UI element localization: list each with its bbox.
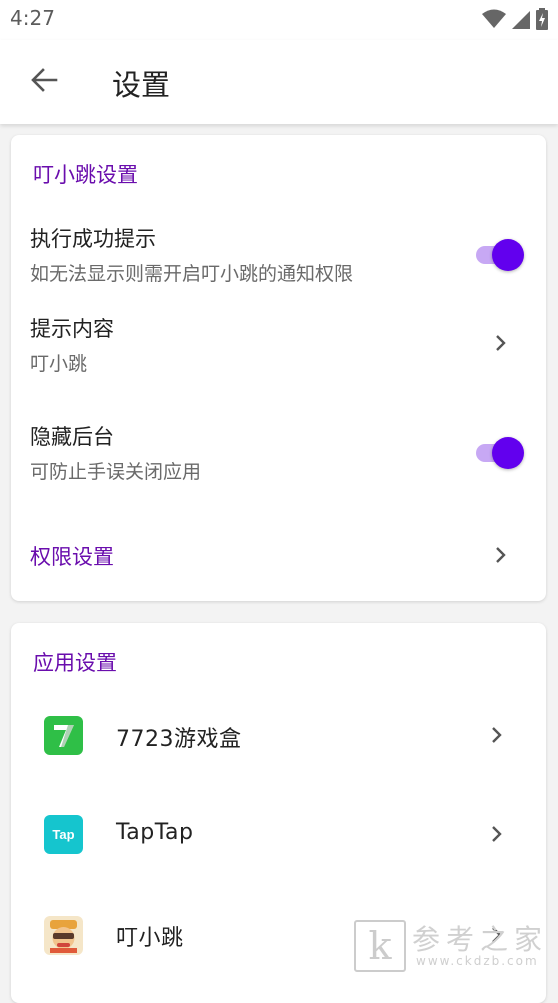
- watermark-text: 参考之家: [412, 923, 549, 956]
- hide-background-toggle[interactable]: [472, 435, 524, 469]
- permission-settings-label: 权限设置: [30, 545, 114, 569]
- section-title: 叮小跳设置: [33, 163, 138, 187]
- section-title: 应用设置: [33, 651, 117, 675]
- status-time: 4:27: [10, 6, 55, 30]
- tip-content-value: 叮小跳: [30, 353, 88, 375]
- back-button[interactable]: [26, 62, 62, 98]
- wifi-icon: [482, 9, 506, 28]
- dingxiaotiao-app-icon: [44, 916, 83, 955]
- watermark-logo: k: [354, 920, 406, 972]
- app-bar: 设置: [0, 40, 558, 124]
- hide-background-row[interactable]: 隐藏后台 可防止手误关闭应用: [11, 415, 546, 485]
- tip-content-title: 提示内容: [30, 317, 114, 341]
- watermark-url: www.ckdzb.com: [416, 954, 539, 968]
- hide-background-title: 隐藏后台: [30, 425, 114, 449]
- success-tip-row[interactable]: 执行成功提示 如无法显示则需开启叮小跳的通知权限: [11, 215, 546, 285]
- arrow-back-icon: [31, 68, 58, 92]
- app-name: 7723游戏盒: [116, 727, 242, 752]
- chevron-right-icon: [492, 727, 502, 743]
- app-name: TapTap: [116, 820, 194, 845]
- app-item-7723[interactable]: 7723游戏盒: [11, 703, 546, 769]
- tip-content-row[interactable]: 提示内容 叮小跳: [11, 305, 546, 385]
- toggle-thumb: [492, 239, 524, 271]
- success-tip-subtitle: 如无法显示则需开启叮小跳的通知权限: [30, 263, 354, 285]
- status-bar: 4:27: [0, 0, 558, 40]
- battery-icon: [536, 8, 548, 30]
- app-name: 叮小跳: [116, 926, 184, 951]
- status-icons: [482, 8, 548, 30]
- success-tip-title: 执行成功提示: [30, 227, 156, 251]
- taptap-app-icon: Tap: [44, 815, 83, 854]
- app-item-taptap[interactable]: Tap TapTap: [11, 803, 546, 869]
- chevron-right-icon: [492, 826, 502, 842]
- dingxiaotiao-settings-card: 叮小跳设置 执行成功提示 如无法显示则需开启叮小跳的通知权限 提示内容 叮小跳 …: [11, 135, 546, 601]
- success-tip-toggle[interactable]: [472, 237, 524, 271]
- hide-background-subtitle: 可防止手误关闭应用: [30, 461, 202, 483]
- chevron-right-icon: [496, 335, 506, 351]
- signal-icon: [512, 11, 530, 29]
- watermark: k 参考之家 www.ckdzb.com: [354, 920, 554, 972]
- 7723-app-icon: [44, 716, 83, 755]
- chevron-right-icon: [496, 547, 506, 563]
- page-title: 设置: [112, 68, 171, 102]
- toggle-thumb: [492, 437, 524, 469]
- taptap-icon-text: Tap: [52, 827, 75, 842]
- permission-settings-row[interactable]: 权限设置: [11, 525, 546, 585]
